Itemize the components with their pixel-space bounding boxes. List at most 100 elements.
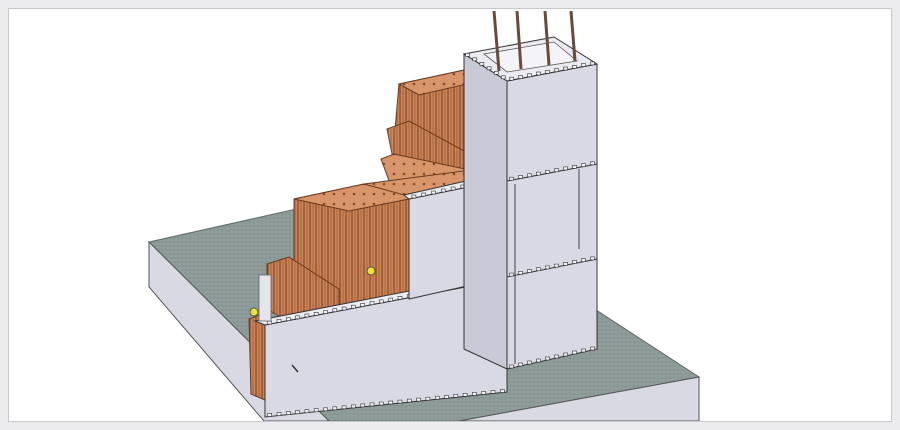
formwork-tooth <box>518 270 523 275</box>
formwork-tooth <box>581 258 586 262</box>
model-viewport[interactable] <box>8 8 892 422</box>
formwork-tooth <box>590 61 595 66</box>
wall-model-illustration <box>148 10 701 421</box>
formwork-tooth <box>501 75 506 80</box>
formwork-tooth <box>351 304 356 309</box>
formwork-tooth <box>304 409 310 414</box>
formwork-tooth <box>295 315 300 320</box>
formwork-tooth <box>479 61 485 66</box>
formwork-tooth <box>378 401 384 406</box>
formwork-tooth <box>397 295 403 300</box>
formwork-tooth <box>332 308 338 313</box>
formwork-tooth <box>465 52 470 57</box>
formwork-tooth <box>490 390 496 394</box>
formwork-tooth <box>545 356 550 361</box>
formwork-tooth <box>518 362 523 367</box>
formwork-tooth <box>285 317 291 321</box>
formwork-tooth <box>440 188 446 193</box>
formwork-tooth <box>545 69 550 74</box>
formwork-tooth <box>444 394 449 399</box>
formwork-tooth <box>472 392 477 396</box>
column-left-face <box>463 53 508 370</box>
formwork-tooth <box>421 192 427 197</box>
formwork-tooth <box>536 267 541 272</box>
support-board <box>258 274 272 322</box>
formwork-tooth <box>450 186 456 191</box>
formwork-tooth <box>285 411 291 415</box>
formwork-tooth <box>332 406 338 411</box>
column-formwork <box>462 36 599 370</box>
formwork-tooth <box>369 301 375 306</box>
formwork-tooth <box>581 163 586 167</box>
formwork-tooth <box>590 346 595 351</box>
formwork-tooth <box>590 161 595 166</box>
formwork-tooth <box>323 407 328 412</box>
formwork-tooth <box>536 358 541 363</box>
formwork-tooth <box>313 408 319 413</box>
formwork-tooth <box>572 64 577 69</box>
formwork-tooth <box>360 403 366 408</box>
formwork-tooth <box>563 352 568 357</box>
formwork-tooth <box>378 299 384 304</box>
formwork-tooth <box>527 269 532 273</box>
formwork-tooth <box>509 364 514 369</box>
formwork-tooth <box>388 400 394 405</box>
formwork-tooth <box>425 396 431 401</box>
formwork-tooth <box>518 75 523 79</box>
formwork-tooth <box>509 176 514 181</box>
formwork-tooth <box>267 413 273 417</box>
formwork-tooth <box>563 166 568 171</box>
formwork-tooth <box>527 360 532 365</box>
formwork-tooth <box>536 71 541 76</box>
formwork-tooth <box>313 311 319 316</box>
column-front-face <box>506 63 598 370</box>
formwork-tooth <box>545 170 550 174</box>
formwork-tooth <box>572 260 577 264</box>
formwork-tooth <box>590 256 595 261</box>
formwork-tooth <box>388 297 394 302</box>
formwork-tooth <box>486 66 492 71</box>
formwork-tooth <box>554 263 559 268</box>
marker-yellow-1 <box>366 266 376 276</box>
formwork-tooth <box>416 397 421 402</box>
formwork-tooth <box>323 310 328 314</box>
formwork-tooth <box>341 405 347 410</box>
formwork-tooth <box>431 190 436 195</box>
formwork-tooth <box>554 168 559 172</box>
formwork-tooth <box>527 173 532 178</box>
formwork-tooth <box>509 76 514 81</box>
formwork-tooth <box>453 393 459 398</box>
formwork-tooth <box>481 391 487 395</box>
formwork-tooth <box>499 389 505 393</box>
formwork-tooth <box>434 395 440 400</box>
formwork-tooth <box>554 354 559 359</box>
formwork-tooth <box>472 57 478 62</box>
formwork-tooth <box>267 320 273 325</box>
formwork-tooth <box>572 350 577 355</box>
marker-yellow-2 <box>249 307 259 317</box>
formwork-tooth <box>276 318 282 323</box>
formwork-tooth <box>527 73 532 78</box>
formwork-tooth <box>581 63 586 67</box>
formwork-tooth <box>545 265 550 270</box>
formwork-tooth <box>304 313 310 318</box>
brick-end <box>248 312 268 402</box>
formwork-tooth <box>493 70 499 75</box>
formwork-tooth <box>572 165 577 169</box>
formwork-tooth <box>341 306 347 311</box>
formwork-tooth <box>397 399 403 404</box>
formwork-tooth <box>563 262 568 266</box>
formwork-tooth <box>509 272 514 277</box>
formwork-tooth <box>581 348 586 353</box>
formwork-tooth <box>518 175 523 179</box>
formwork-tooth <box>369 402 375 407</box>
formwork-tooth <box>351 404 356 409</box>
formwork-tooth <box>536 171 541 176</box>
viewer-frame <box>0 0 900 430</box>
formwork-tooth <box>295 410 300 414</box>
formwork-tooth <box>411 194 417 199</box>
formwork-tooth <box>406 398 412 403</box>
formwork-tooth <box>554 68 559 72</box>
formwork-tooth <box>360 303 366 307</box>
formwork-tooth <box>276 412 282 416</box>
